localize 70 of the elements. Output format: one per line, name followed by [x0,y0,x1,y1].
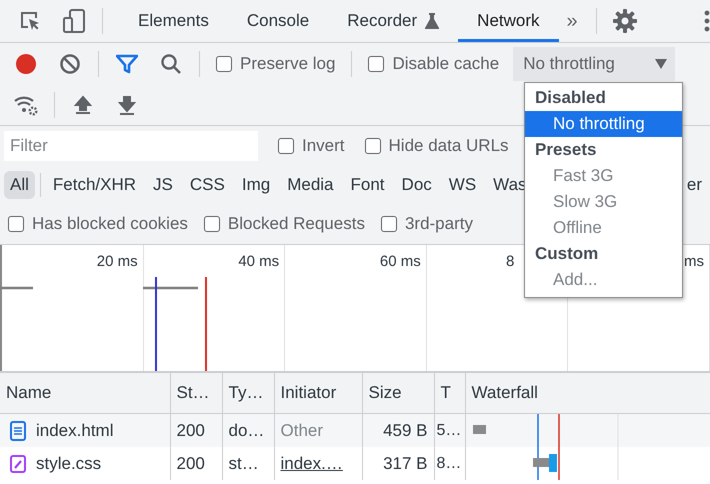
column-header[interactable]: Initiator [274,372,362,414]
download-icon[interactable] [118,95,136,115]
timeline-tick-label: 40 ms [238,253,280,270]
type-filter[interactable]: All [4,171,35,199]
clear-icon[interactable] [59,53,81,75]
menu-heading: Custom [534,243,600,265]
column-header[interactable]: St… [170,372,222,414]
device-toolbar-icon[interactable] [62,8,86,34]
timeline-tick-label: ms [684,253,704,270]
menu-item[interactable]: Slow 3G [525,189,682,215]
filter-field[interactable]: Filter [4,131,258,161]
throttling-dropdown[interactable]: No throttling [513,47,676,81]
checkbox[interactable]: Invert [278,136,345,156]
stylesheet-icon [10,454,26,474]
type-filter[interactable]: Img [236,171,276,199]
table-cell: 200 [170,414,222,447]
type-filter[interactable]: Font [344,171,391,199]
more-menu-icon[interactable] [704,9,710,33]
checkbox[interactable]: Has blocked cookies [8,214,188,234]
menu-item[interactable]: No throttling [525,111,682,137]
type-filter[interactable]: Fetch/XHR [46,171,142,199]
type-filter[interactable]: Media [281,171,340,199]
table-cell: 459 B [362,414,434,447]
table-cell: 317 B [362,447,434,480]
document-icon [10,420,26,440]
column-header[interactable]: T [434,372,465,414]
checkbox[interactable]: Disable cache [368,54,500,74]
initiator-link[interactable]: index.… [280,454,343,472]
file-name[interactable]: style.css [36,454,102,474]
table-cell: st… [222,447,274,480]
checkbox[interactable]: Hide data URLs [364,136,509,156]
search-icon[interactable] [160,53,182,75]
type-filter[interactable]: WS [442,171,482,199]
checkbox[interactable]: 3rd-party [380,214,473,234]
column-header[interactable]: Waterfall [465,372,710,414]
more-tabs-button[interactable]: » [566,10,578,32]
record-button[interactable] [15,53,37,75]
network-conditions-icon[interactable] [13,94,39,116]
timeline-tick-label: 8 [506,253,514,270]
timeline-tick-label: 60 ms [380,253,421,270]
menu-heading: Disabled [534,87,607,109]
filter-icon[interactable] [116,54,138,74]
waterfall-bar [532,454,556,472]
table-cell: 5… [434,414,465,447]
flask-icon [425,13,440,29]
menu-item[interactable]: Add... [525,267,682,293]
type-filter[interactable]: JS [147,171,179,199]
type-filter[interactable]: er [684,171,702,199]
initiator-text: Other [280,420,324,440]
column-header[interactable]: Size [362,372,434,414]
type-filter[interactable]: CSS [184,171,231,199]
timeline-tick-label: 20 ms [96,253,138,270]
menu-item[interactable]: Fast 3G [525,163,682,189]
type-filter[interactable]: Doc [396,171,438,199]
settings-icon[interactable] [612,8,638,34]
column-header[interactable]: Name [0,372,170,414]
tab[interactable]: Console [228,0,328,42]
table-cell: 8… [434,447,465,480]
waterfall-bar [472,425,486,434]
menu-item[interactable]: Offline [525,215,682,241]
column-header[interactable]: Ty… [222,372,274,414]
checkbox[interactable]: Blocked Requests [204,214,365,234]
checkbox[interactable]: Preserve log [216,54,336,74]
table-cell: do… [222,414,274,447]
caret-icon [655,59,668,69]
upload-icon[interactable] [74,95,92,115]
tab[interactable]: Recorder [328,0,458,42]
tab[interactable]: Elements [119,0,228,42]
table-cell: 200 [170,447,222,480]
menu-heading: Presets [534,139,598,161]
